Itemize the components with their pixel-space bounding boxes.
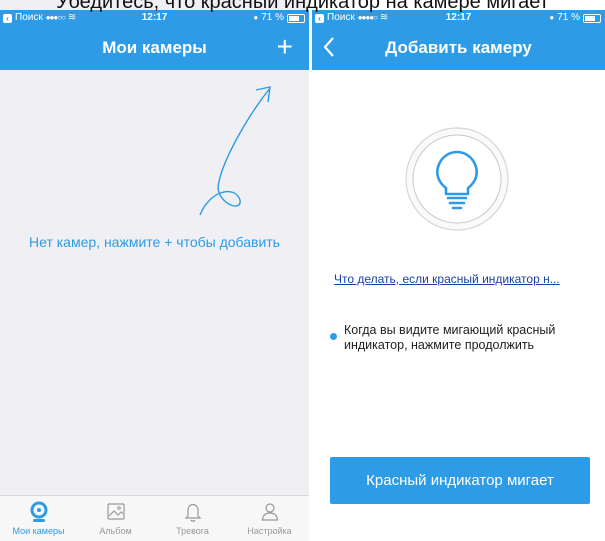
plus-icon[interactable]: + [277, 32, 293, 62]
camera-icon [30, 501, 47, 522]
instruction-text: Когда вы видите мигающий красный индикат… [344, 323, 556, 352]
navigation-bar: Мои камеры + [0, 26, 309, 70]
tab-label: Тревога [176, 526, 209, 536]
add-camera-screen: ‹ Поиск ●●●●○ ≋ 12:17 ● 71 % Добавить ка… [312, 0, 605, 541]
tab-settings[interactable]: Настройка [231, 496, 308, 541]
tab-alarm[interactable]: Тревога [154, 496, 231, 541]
my-cameras-screen: ‹ Поиск ●●●○○ ≋ 12:17 ● 71 % Мои камеры … [0, 0, 309, 541]
caption: Убедитесь, что красный индикатор на каме… [56, 0, 549, 13]
photo-icon [106, 503, 125, 520]
navigation-bar: Добавить камеру [312, 26, 605, 70]
red-indicator-help-link[interactable]: Что делать, если красный индикатор н... [334, 272, 594, 286]
tab-label: Мои камеры [12, 526, 65, 536]
battery-icon [287, 13, 305, 23]
bell-icon [184, 503, 201, 522]
empty-state-message: Нет камер, нажмите + чтобы добавить [29, 234, 280, 250]
tab-label: Настройка [247, 526, 292, 536]
lightbulb-icon [405, 127, 509, 231]
page-title: Мои камеры [102, 38, 207, 57]
tab-my-cameras[interactable]: Мои камеры [0, 496, 77, 541]
page-title: Добавить камеру [385, 38, 532, 57]
hint-arrow-icon [199, 86, 271, 216]
battery-icon [583, 13, 601, 23]
tab-album[interactable]: Альбом [77, 496, 154, 541]
red-indicator-blinking-button[interactable]: Красный индикатор мигает [330, 457, 590, 504]
tab-bar: Мои камеры Альбом Тревога Настройка [0, 495, 309, 541]
bullet-dot [330, 333, 337, 340]
user-icon [261, 503, 278, 521]
tab-label: Альбом [99, 526, 132, 536]
